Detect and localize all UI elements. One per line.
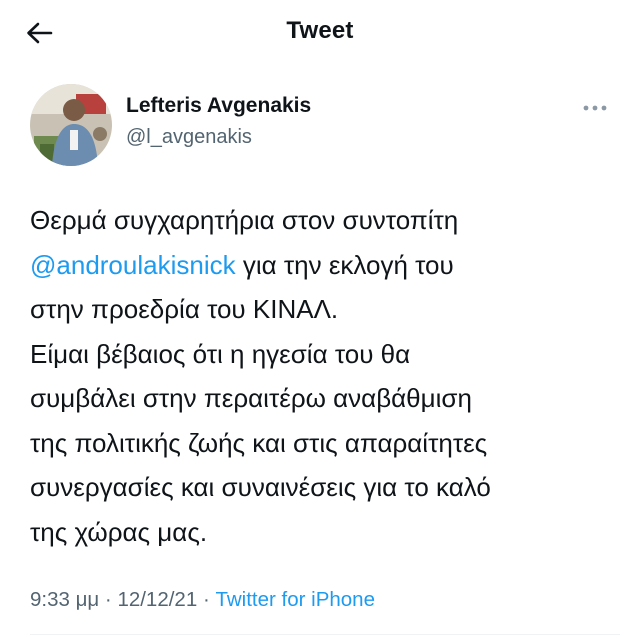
tweet-line: συνεργασίες και συναινέσεις για το καλό: [30, 472, 491, 502]
avatar-photo: [30, 84, 112, 166]
tweet-line: @androulakisnick για την εκλογή του: [30, 249, 454, 280]
tweet-date[interactable]: 12/12/21: [117, 588, 197, 611]
author-name[interactable]: Lefteris Avgenakis: [126, 94, 311, 118]
divider: [30, 634, 620, 635]
tweet-line: της πολιτικής ζωής και στις απαραίτητες: [30, 427, 488, 458]
tweet-metadata: 9:33 μμ · 12/12/21 · Twitter for iPhone: [30, 588, 375, 612]
tweet-line: συμβάλει στην περαιτέρω αναβάθμιση: [30, 383, 472, 413]
tweet-time[interactable]: 9:33 μμ: [30, 588, 99, 611]
tweet-line: Είμαι βέβαιος ότι η ηγεσία του θα: [30, 338, 411, 369]
top-bar: Tweet: [0, 0, 640, 64]
page-title: Tweet: [286, 17, 354, 44]
tweet-line: Θερμά συγχαρητήρια στον συντοπίτη: [30, 205, 459, 235]
author-handle[interactable]: @l_avgenakis: [126, 126, 252, 149]
tweet-author: Lefteris Avgenakis @l_avgenakis: [30, 84, 620, 168]
tweet-source-link[interactable]: Twitter for iPhone: [215, 588, 375, 611]
tweet-text: Θερμά συγχαρητήρια στον συντοπίτη @andro…: [30, 198, 620, 554]
meta-separator: ·: [99, 588, 118, 611]
avatar[interactable]: [30, 84, 112, 166]
meta-separator: ·: [197, 588, 216, 611]
mention-link[interactable]: @androulakisnick: [30, 250, 236, 280]
tweet-line: της χώρας μας.: [30, 516, 208, 547]
tweet-line: στην προεδρία του ΚΙΝΑΛ.: [30, 294, 339, 324]
more-options-button[interactable]: [578, 98, 612, 118]
more-dots-icon: [583, 105, 607, 111]
